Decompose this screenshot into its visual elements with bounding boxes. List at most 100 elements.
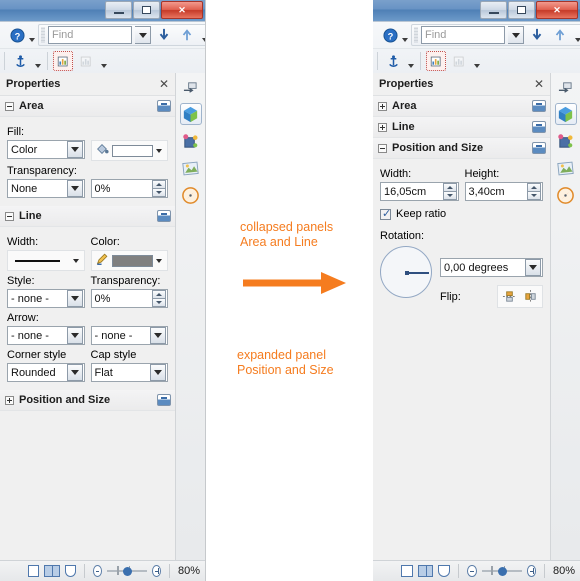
sidebar-settings-icon[interactable]	[180, 76, 202, 98]
arrow-end-select[interactable]: - none -	[90, 326, 168, 345]
line-color-select[interactable]	[90, 250, 168, 271]
flip-horizontal-icon[interactable]	[520, 287, 541, 306]
fill-color-dropdown-icon[interactable]	[156, 148, 162, 153]
stepper-down-icon[interactable]	[442, 191, 457, 200]
minimize-button[interactable]	[105, 1, 132, 19]
area-transparency-select[interactable]: None	[7, 179, 85, 198]
width-input[interactable]: 16,05cm	[380, 182, 459, 201]
line-style-select[interactable]: - none -	[7, 289, 85, 308]
close-button[interactable]: ✕	[161, 1, 203, 19]
line-transparency-spinner[interactable]: 0%	[90, 289, 168, 308]
zoom-in-icon[interactable]	[526, 565, 537, 577]
toolbar-grip[interactable]	[41, 27, 45, 43]
zoom-percent-label[interactable]: 80%	[178, 565, 205, 577]
line-transparency-stepper[interactable]	[152, 290, 166, 307]
arrow-start-select[interactable]: - none -	[7, 326, 85, 345]
styles-tab[interactable]	[180, 184, 202, 206]
zoom-out-icon[interactable]	[467, 565, 477, 577]
checkbox-checked-icon[interactable]	[380, 207, 391, 220]
zoom-slider[interactable]	[481, 565, 522, 577]
stepper-up-icon[interactable]	[152, 290, 166, 298]
close-sidebar-icon[interactable]: ✕	[159, 78, 169, 90]
collapse-minus-icon[interactable]	[378, 143, 387, 153]
area-transparency-dropdown-icon[interactable]	[66, 180, 83, 197]
minimize-button[interactable]	[480, 1, 507, 19]
collapse-minus-icon[interactable]	[5, 101, 14, 111]
collapse-minus-icon[interactable]	[5, 211, 14, 221]
height-input[interactable]: 3,40cm	[464, 182, 543, 201]
book-view-icon[interactable]	[438, 565, 451, 577]
expand-plus-icon[interactable]	[5, 395, 14, 405]
area-transparency-stepper[interactable]	[152, 180, 166, 197]
properties-tab[interactable]	[554, 103, 577, 125]
line-style-dropdown-icon[interactable]	[66, 290, 83, 307]
stepper-up-icon[interactable]	[527, 183, 541, 191]
gallery-tab[interactable]	[555, 130, 577, 152]
search-history-dropdown[interactable]	[135, 26, 151, 44]
navigator-tab[interactable]	[555, 157, 577, 179]
find-next-icon[interactable]	[154, 25, 174, 45]
properties-tab[interactable]	[179, 103, 202, 125]
chart-frame-icon[interactable]	[426, 51, 446, 71]
help-icon[interactable]: ?	[9, 25, 26, 45]
anchor-dropdown-icon[interactable]	[406, 51, 415, 71]
position-size-panel-header[interactable]: Position and Size	[373, 138, 550, 159]
zoom-in-icon[interactable]	[151, 565, 162, 577]
toolbar-grip[interactable]	[414, 27, 418, 43]
gallery-tab[interactable]	[180, 130, 202, 152]
multi-page-view-icon[interactable]	[44, 565, 60, 577]
area-transparency-spinner[interactable]: 0%	[90, 179, 168, 198]
search-history-dropdown[interactable]	[508, 26, 524, 44]
stepper-up-icon[interactable]	[152, 180, 166, 188]
rotation-angle-dropdown-icon[interactable]	[525, 259, 541, 276]
rotation-dial[interactable]	[380, 246, 432, 298]
help-dropdown-icon[interactable]	[402, 25, 408, 45]
search-input[interactable]: Find	[421, 26, 505, 44]
area-panel-header[interactable]: Area	[373, 96, 550, 117]
stepper-down-icon[interactable]	[152, 188, 166, 197]
single-page-view-icon[interactable]	[401, 565, 413, 577]
close-button[interactable]: ✕	[536, 1, 578, 19]
frame-overflow-icon[interactable]	[472, 51, 481, 71]
restore-button[interactable]	[508, 1, 535, 19]
navigator-tab[interactable]	[180, 157, 202, 179]
stepper-down-icon[interactable]	[152, 298, 166, 307]
line-panel-header[interactable]: Line	[373, 117, 550, 138]
arrow-start-dropdown-icon[interactable]	[66, 327, 83, 344]
anchor-icon[interactable]	[383, 51, 403, 71]
zoom-percent-label[interactable]: 80%	[553, 565, 580, 577]
expand-plus-icon[interactable]	[378, 101, 387, 111]
area-more-options-icon[interactable]	[532, 100, 546, 112]
search-input[interactable]: Find	[48, 26, 132, 44]
cap-style-dropdown-icon[interactable]	[150, 364, 166, 381]
position-size-more-options-icon[interactable]	[532, 142, 546, 154]
styles-tab[interactable]	[555, 184, 577, 206]
line-width-dropdown-icon[interactable]	[72, 258, 79, 263]
position-size-more-options-icon[interactable]	[157, 394, 171, 406]
width-stepper[interactable]	[442, 183, 457, 200]
area-panel-header[interactable]: Area	[0, 96, 175, 117]
line-more-options-icon[interactable]	[157, 210, 171, 222]
height-stepper[interactable]	[527, 183, 541, 200]
line-more-options-icon[interactable]	[532, 121, 546, 133]
find-previous-icon[interactable]	[177, 25, 197, 45]
position-size-panel-header[interactable]: Position and Size	[0, 390, 175, 411]
chart-frame-icon[interactable]	[53, 51, 73, 71]
anchor-icon[interactable]	[10, 51, 30, 71]
single-page-view-icon[interactable]	[28, 565, 40, 577]
help-dropdown-icon[interactable]	[29, 25, 35, 45]
find-overflow-icon[interactable]	[200, 25, 205, 45]
frame-overflow-icon[interactable]	[99, 51, 108, 71]
flip-vertical-icon[interactable]	[499, 287, 520, 306]
restore-button[interactable]	[133, 1, 160, 19]
fill-color-select[interactable]	[90, 140, 168, 161]
corner-style-dropdown-icon[interactable]	[66, 364, 83, 381]
zoom-slider[interactable]	[106, 565, 147, 577]
corner-style-select[interactable]: Rounded	[7, 363, 85, 382]
stepper-up-icon[interactable]	[442, 183, 457, 191]
keep-ratio-checkbox[interactable]: Keep ratio	[380, 207, 543, 220]
rotation-angle-select[interactable]: 0,00 degrees	[440, 258, 543, 277]
area-more-options-icon[interactable]	[157, 100, 171, 112]
find-previous-icon[interactable]	[550, 25, 570, 45]
expand-plus-icon[interactable]	[378, 122, 387, 132]
